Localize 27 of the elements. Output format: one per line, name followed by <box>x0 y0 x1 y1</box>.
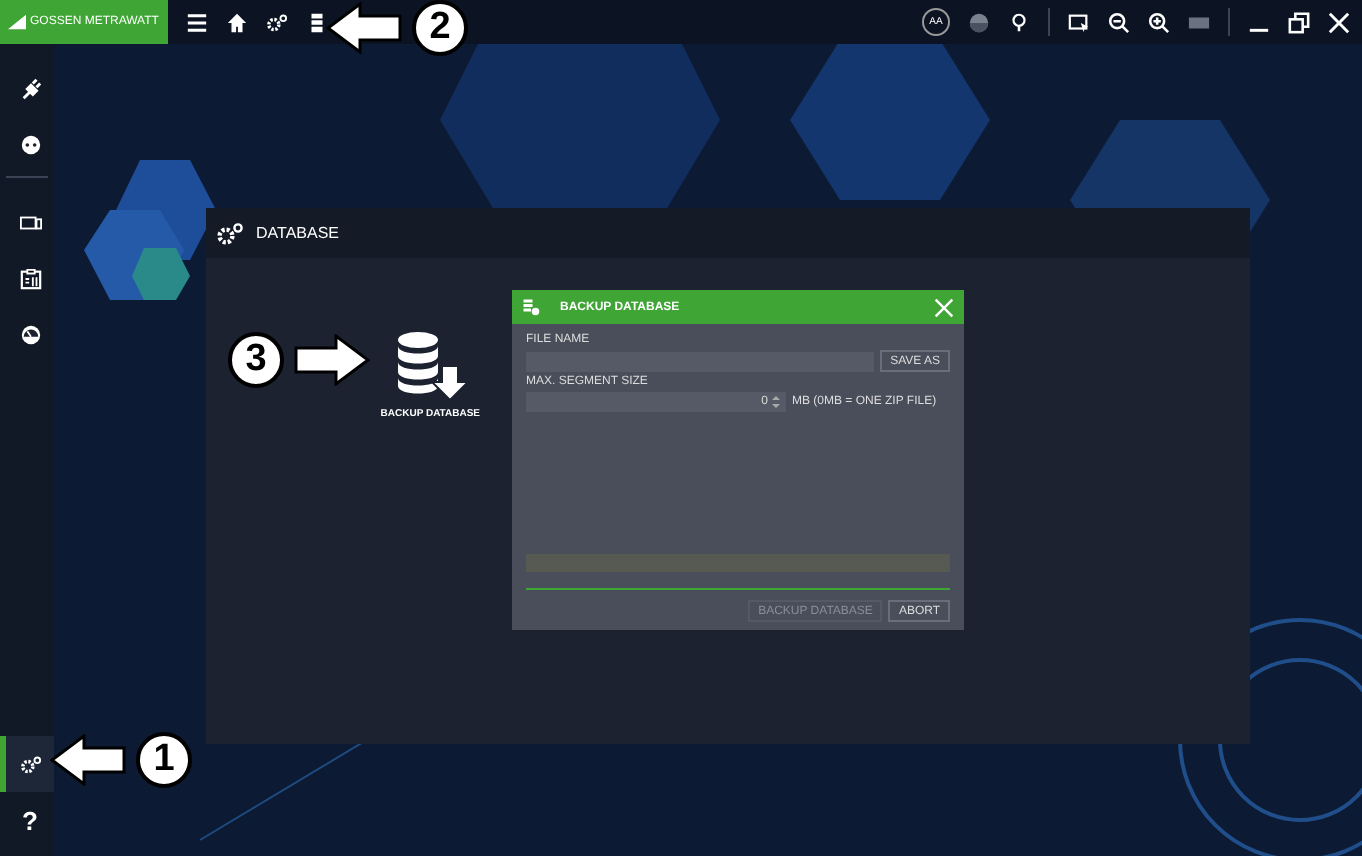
sidebar-item[interactable] <box>0 736 54 792</box>
arrow-icon <box>294 334 370 386</box>
clipboard-icon <box>19 267 41 289</box>
panel-title: DATABASE <box>256 224 339 242</box>
settings-icon[interactable] <box>266 11 289 33</box>
settings-icon <box>216 221 244 245</box>
arrow-icon <box>326 2 402 54</box>
gauge-icon <box>19 323 41 345</box>
home-icon[interactable] <box>226 11 249 33</box>
sidebar-item[interactable]: ? <box>0 792 54 848</box>
lightbulb-icon[interactable] <box>1008 11 1030 33</box>
power-socket-icon <box>19 133 41 155</box>
plug-icon <box>19 77 41 99</box>
spinner-icon[interactable] <box>772 394 780 410</box>
theme-icon[interactable] <box>968 11 990 33</box>
settings-icon <box>19 753 41 775</box>
menu-icon[interactable] <box>186 11 209 33</box>
zoom-in-icon[interactable] <box>1148 11 1170 33</box>
arrow-icon <box>50 734 126 786</box>
hexagon-cluster-drawing <box>84 160 216 300</box>
zoom-out-icon[interactable] <box>1108 11 1130 33</box>
monitor-icon <box>19 211 41 233</box>
close-icon[interactable] <box>1328 11 1350 33</box>
select-screen-icon[interactable] <box>1068 11 1090 33</box>
database-icon <box>522 298 540 316</box>
restore-icon[interactable] <box>1288 11 1310 33</box>
database-icon[interactable] <box>306 11 329 33</box>
